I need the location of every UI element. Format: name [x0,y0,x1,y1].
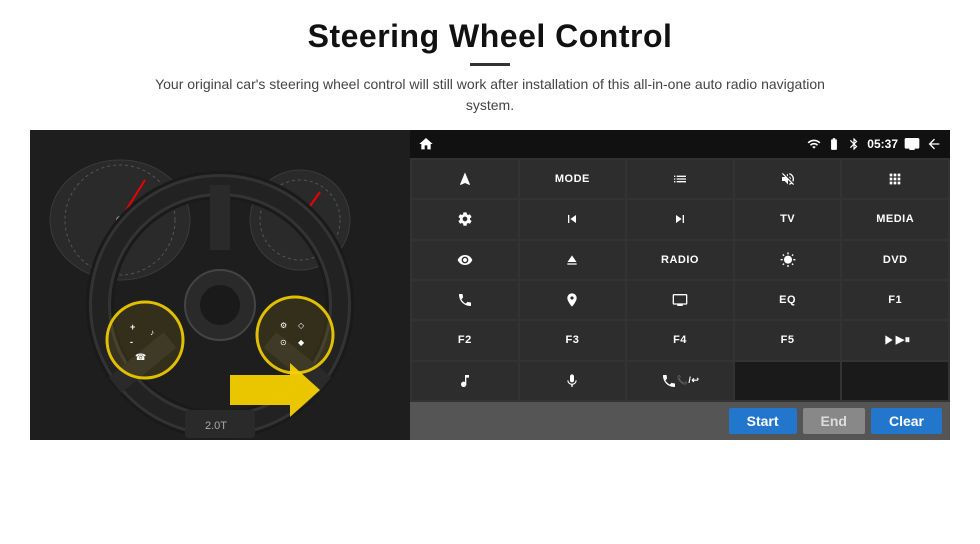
svg-text:◆: ◆ [298,338,305,347]
start-button[interactable]: Start [729,408,797,434]
btn-f5[interactable]: F5 [735,321,841,359]
svg-text:-: - [130,337,133,347]
wifi-icon [807,137,821,151]
bottom-bar: Start End Clear [410,402,950,440]
title-section: Steering Wheel Control Your original car… [30,18,950,130]
btn-f4[interactable]: F4 [627,321,733,359]
btn-navigate[interactable] [412,160,518,198]
btn-f3[interactable]: F3 [520,321,626,359]
page-title: Steering Wheel Control [30,18,950,55]
svg-text:⚙: ⚙ [280,321,287,330]
steering-wheel-image: + - ♪ ☎ ⚙ ◇ ⊙ ◆ 2.0T [30,130,410,440]
btn-eject[interactable] [520,241,626,279]
back-icon [926,136,942,152]
btn-media[interactable]: MEDIA [842,200,948,238]
btn-empty-6-5 [842,362,948,400]
btn-next[interactable] [627,200,733,238]
svg-text:+: + [130,322,135,332]
btn-screen[interactable] [627,281,733,319]
btn-f1[interactable]: F1 [842,281,948,319]
signal-icon [847,137,861,151]
time-display: 05:37 [867,137,898,151]
btn-play-pause[interactable]: ▶⏸ [842,321,948,359]
svg-text:⊙: ⊙ [280,338,287,347]
btn-list[interactable] [627,160,733,198]
svg-text:◇: ◇ [298,321,305,330]
status-right: 05:37 [807,136,942,152]
status-bar: 05:37 [410,130,950,158]
btn-radio[interactable]: RADIO [627,241,733,279]
btn-settings[interactable] [412,200,518,238]
battery-icon [827,137,841,151]
head-unit-panel: 05:37 MODE [410,130,950,440]
end-button[interactable]: End [803,408,865,434]
btn-empty-6-4 [735,362,841,400]
btn-phone-call[interactable]: 📞/↩ [627,362,733,400]
subtitle: Your original car's steering wheel contr… [140,74,840,116]
button-grid: MODE TV [410,158,950,402]
btn-navigation[interactable] [520,281,626,319]
btn-microphone[interactable] [520,362,626,400]
title-divider [470,63,510,66]
content-row: + - ♪ ☎ ⚙ ◇ ⊙ ◆ 2.0T [30,130,950,475]
svg-text:2.0T: 2.0T [205,420,227,432]
clear-button[interactable]: Clear [871,408,942,434]
btn-mode[interactable]: MODE [520,160,626,198]
btn-brightness[interactable] [735,241,841,279]
btn-tv[interactable]: TV [735,200,841,238]
home-icon [418,136,434,152]
btn-mute[interactable] [735,160,841,198]
btn-dvd[interactable]: DVD [842,241,948,279]
svg-text:♪: ♪ [150,328,154,337]
btn-prev[interactable] [520,200,626,238]
btn-apps[interactable] [842,160,948,198]
status-left [418,136,434,152]
screen-icon [904,136,920,152]
btn-phone[interactable] [412,281,518,319]
btn-360[interactable] [412,241,518,279]
btn-f2[interactable]: F2 [412,321,518,359]
btn-eq[interactable]: EQ [735,281,841,319]
btn-music[interactable] [412,362,518,400]
svg-text:☎: ☎ [135,352,146,362]
page-container: Steering Wheel Control Your original car… [0,0,980,544]
